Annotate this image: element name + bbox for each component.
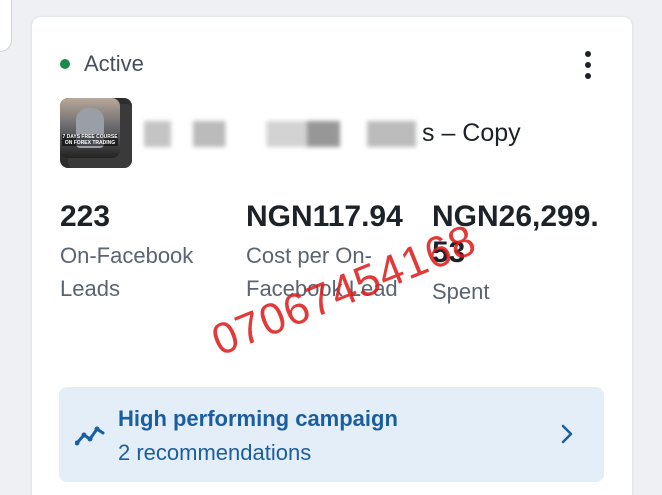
metrics-row: 223 On-Facebook Leads NGN117.94 Cost per… [60, 199, 620, 308]
metric-label: Cost per On-Facebook Lead [246, 243, 398, 301]
thumbnail-caption: 7 DAYS FREE COURSE ON FOREX TRADING [62, 134, 118, 146]
more-options-icon[interactable] [582, 51, 594, 79]
redacted-name [144, 120, 416, 147]
metric-label: On-Facebook Leads [60, 243, 194, 301]
recommendation-title: High performing campaign [118, 406, 398, 431]
metric-cost-per-lead: NGN117.94 Cost per On-Facebook Lead [246, 199, 432, 308]
metric-leads: 223 On-Facebook Leads [60, 199, 246, 308]
campaign-thumbnail: 7 DAYS FREE COURSE ON FOREX TRADING [60, 98, 132, 168]
campaign-card[interactable]: Active 7 DAYS FREE COURSE ON FOREX TRADI… [31, 16, 633, 495]
status-dot [60, 59, 70, 69]
recommendation-banner[interactable]: High performing campaign 2 recommendatio… [59, 387, 604, 482]
campaign-name[interactable]: s – Copy [144, 119, 521, 148]
metric-value: NGN117.94 [246, 200, 403, 233]
metric-spent: NGN26,299.53 Spent [432, 199, 618, 308]
status-label: Active [84, 51, 144, 76]
campaign-name-suffix: s – Copy [422, 119, 521, 147]
metric-label: Spent [432, 279, 490, 304]
metric-value: NGN26,299.53 [432, 200, 599, 269]
status-row: Active [60, 51, 144, 77]
page: Active 7 DAYS FREE COURSE ON FOREX TRADI… [0, 0, 662, 495]
adjacent-card-edge [0, 0, 12, 52]
thumbnail-image: 7 DAYS FREE COURSE ON FOREX TRADING [60, 98, 120, 158]
trend-icon [75, 426, 105, 446]
recommendation-subtitle: 2 recommendations [118, 440, 312, 465]
metric-value: 223 [60, 200, 111, 233]
chevron-right-icon[interactable] [560, 423, 574, 445]
